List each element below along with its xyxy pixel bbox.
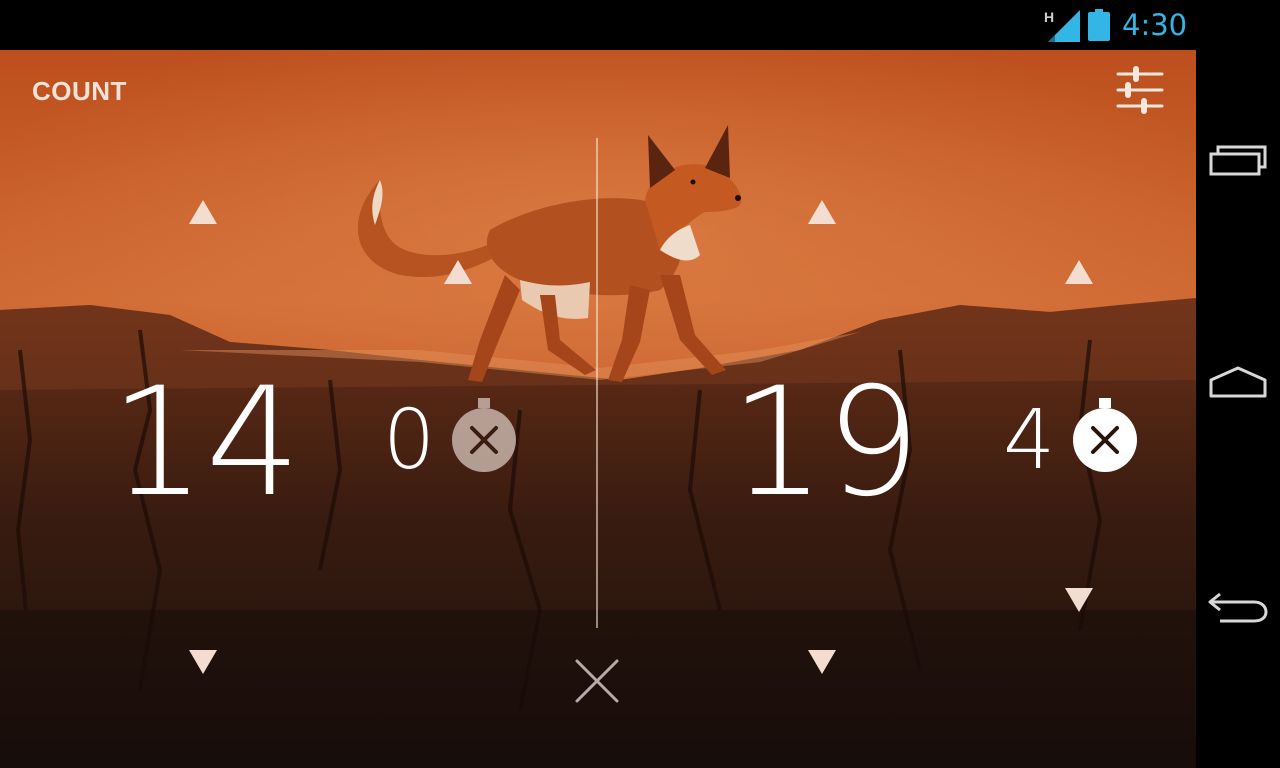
left-main-increment-button[interactable] [187, 198, 219, 226]
status-bar: H 4:30 [0, 0, 1196, 50]
app-title: COUNT [32, 76, 127, 106]
right-secondary-decrement-button[interactable] [1063, 586, 1095, 614]
status-clock: 4:30 [1122, 8, 1188, 42]
right-main-count[interactable]: 19 [730, 368, 921, 518]
left-secondary-count[interactable]: 0 [383, 400, 435, 482]
right-stopwatch-reset-icon[interactable] [1071, 396, 1139, 474]
counter-stage: COUNT 14 0 19 4 [0, 50, 1196, 768]
home-icon [1209, 366, 1267, 398]
right-secondary-increment-button[interactable] [1063, 258, 1095, 286]
navigation-bar [1196, 0, 1280, 768]
right-main-decrement-button[interactable] [806, 648, 838, 676]
left-secondary-increment-button[interactable] [442, 258, 474, 286]
signal-bars-icon: H [1044, 9, 1080, 42]
close-x-icon[interactable] [572, 656, 622, 706]
panel-divider [596, 138, 598, 628]
back-button[interactable] [1206, 574, 1270, 638]
back-icon [1208, 592, 1268, 623]
battery-full-icon [1088, 9, 1110, 41]
recent-apps-button[interactable] [1206, 128, 1270, 192]
recent-apps-icon [1209, 145, 1267, 176]
home-button[interactable] [1206, 350, 1270, 414]
left-stopwatch-reset-icon[interactable] [450, 396, 518, 474]
sliders-icon[interactable] [1112, 62, 1168, 118]
left-main-decrement-button[interactable] [187, 648, 219, 676]
network-type-label: H [1044, 9, 1054, 25]
right-secondary-count[interactable]: 4 [1003, 400, 1055, 482]
left-main-count[interactable]: 14 [110, 368, 301, 518]
right-main-increment-button[interactable] [806, 198, 838, 226]
